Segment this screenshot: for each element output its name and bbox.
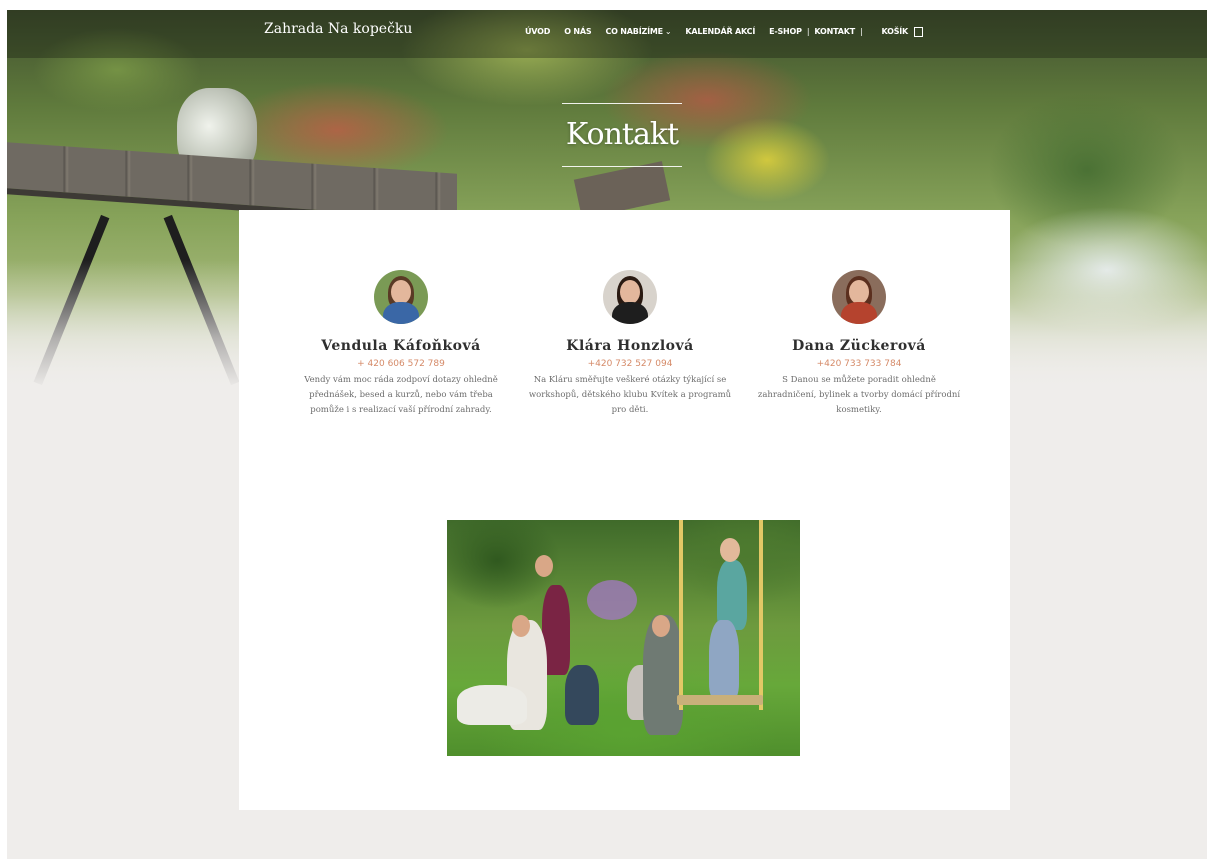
nav-divider: | bbox=[806, 26, 810, 36]
site-brand[interactable]: Zahrada Na kopečku bbox=[264, 21, 412, 37]
nav-item-kosik[interactable]: KOŠÍK bbox=[881, 27, 908, 36]
nav-divider: | bbox=[859, 26, 863, 36]
person-description: Vendy vám moc ráda zodpoví dotazy ohledn… bbox=[304, 375, 498, 415]
nav-item-e-shop[interactable]: E-SHOP bbox=[769, 27, 802, 36]
nav-item-kontakt[interactable]: KONTAKT bbox=[814, 27, 855, 36]
avatar bbox=[603, 270, 657, 324]
person-description: Na Kláru směřujte veškeré otázky týkajíc… bbox=[528, 375, 732, 415]
page-frame: Zahrada Na kopečku ÚVOD O NÁS CO NABÍZÍM… bbox=[7, 10, 1207, 859]
chevron-down-icon: ⌄ bbox=[664, 26, 672, 36]
main-menu: ÚVOD O NÁS CO NABÍZÍME ⌄ KALENDÁŘ AKCÍ E… bbox=[525, 26, 924, 37]
nav-item-co-nabizime[interactable]: CO NABÍZÍME bbox=[605, 27, 663, 36]
team-photo bbox=[447, 520, 800, 756]
top-navigation-bar: Zahrada Na kopečku ÚVOD O NÁS CO NABÍZÍM… bbox=[7, 10, 1207, 58]
person-description: S Danou se můžete poradit ohledně zahrad… bbox=[757, 375, 961, 415]
person-name: Dana Zückerová bbox=[792, 338, 926, 354]
contact-person: Dana Zückerová +420 733 733 784 S Danou … bbox=[749, 270, 969, 418]
contact-card: Vendula Káfoňková + 420 606 572 789 Vend… bbox=[239, 210, 1010, 810]
avatar bbox=[832, 270, 886, 324]
cart-icon[interactable] bbox=[914, 27, 924, 37]
contact-person: Klára Honzlová +420 732 527 094 Na Kláru… bbox=[520, 270, 740, 418]
contact-person: Vendula Káfoňková + 420 606 572 789 Vend… bbox=[291, 270, 511, 418]
person-name: Klára Honzlová bbox=[566, 338, 694, 354]
avatar bbox=[374, 270, 428, 324]
page-title: Kontakt bbox=[565, 117, 679, 152]
person-phone[interactable]: +420 733 733 784 bbox=[749, 359, 969, 369]
nav-item-uvod[interactable]: ÚVOD bbox=[525, 27, 550, 36]
person-phone[interactable]: + 420 606 572 789 bbox=[291, 359, 511, 369]
person-phone[interactable]: +420 732 527 094 bbox=[520, 359, 740, 369]
nav-item-kalendar-akci[interactable]: KALENDÁŘ AKCÍ bbox=[685, 27, 755, 36]
page-title-block: Kontakt bbox=[562, 103, 682, 167]
nav-item-o-nas[interactable]: O NÁS bbox=[564, 27, 591, 36]
person-name: Vendula Káfoňková bbox=[321, 338, 481, 354]
